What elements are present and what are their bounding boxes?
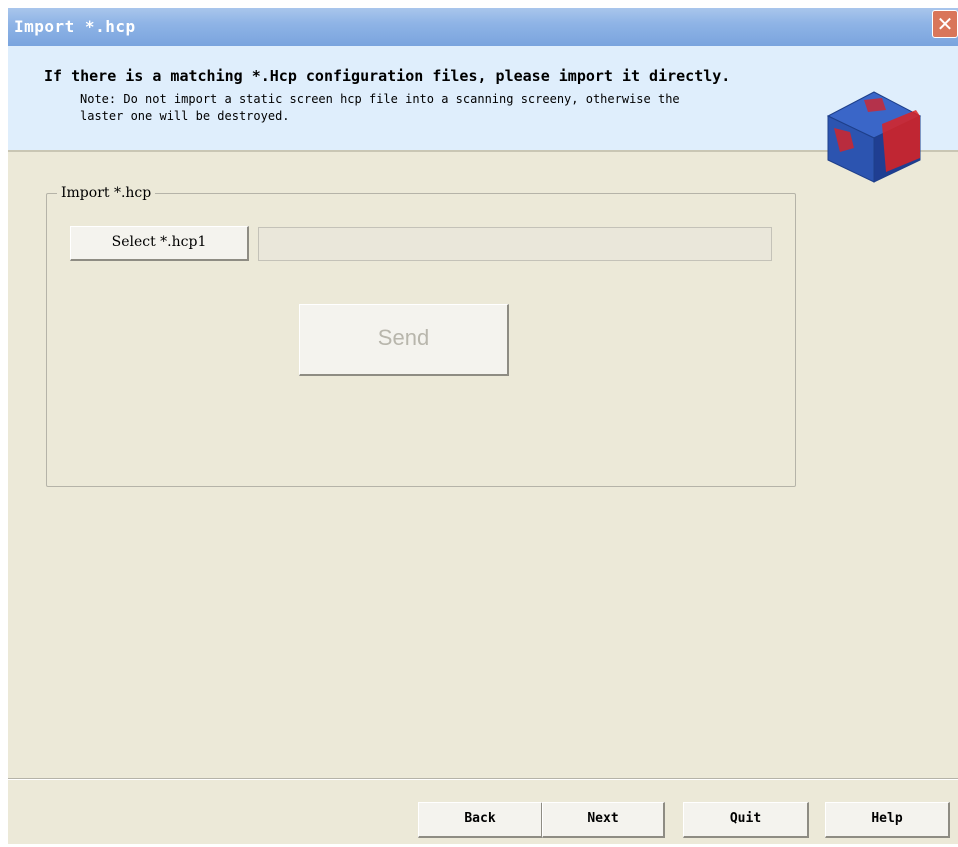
banner-note-line-1: Note: Do not import a static screen hcp … <box>80 92 680 106</box>
help-button[interactable]: Help <box>825 802 950 838</box>
window-title: Import *.hcp <box>14 17 136 36</box>
cube-logo-icon <box>826 91 922 183</box>
banner-note-line-2: laster one will be destroyed. <box>80 109 290 123</box>
import-hcp-legend: Import *.hcp <box>61 185 152 201</box>
info-banner: If there is a matching *.Hcp configurati… <box>8 46 958 183</box>
footer-divider <box>8 778 958 780</box>
close-button[interactable]: ✕ <box>932 10 958 38</box>
banner-note: Note: Do not import a static screen hcp … <box>80 91 940 125</box>
send-button[interactable]: Send <box>299 304 509 376</box>
title-bar[interactable]: Import *.hcp ✕ <box>8 8 958 46</box>
hcp-path-field[interactable] <box>258 227 772 261</box>
banner-heading: If there is a matching *.Hcp configurati… <box>44 67 731 85</box>
import-hcp-dialog: Import *.hcp ✕ If there is a matching *.… <box>8 8 958 844</box>
next-button[interactable]: Next <box>542 802 665 838</box>
back-button[interactable]: Back <box>418 802 543 838</box>
select-hcp-button[interactable]: Select *.hcp1 <box>70 226 249 261</box>
quit-button[interactable]: Quit <box>683 802 809 838</box>
close-icon: ✕ <box>936 12 954 36</box>
